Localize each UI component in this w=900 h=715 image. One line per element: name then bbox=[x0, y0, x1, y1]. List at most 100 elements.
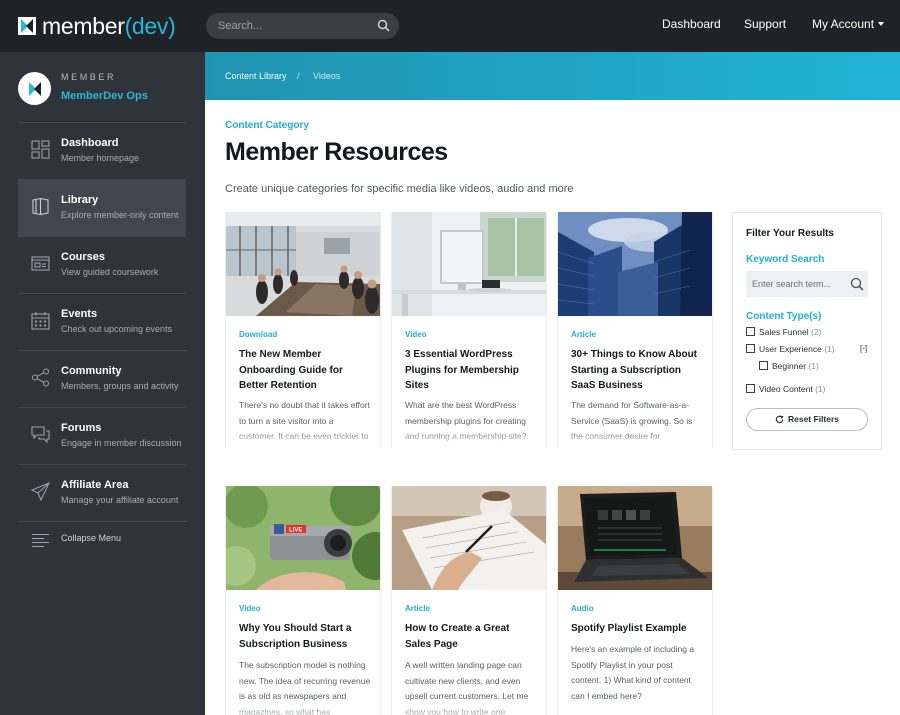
sidebar-item-library[interactable]: Library Explore member-only content bbox=[18, 180, 186, 236]
breadcrumb: Content Library / Videos bbox=[205, 52, 900, 100]
search-icon[interactable] bbox=[377, 19, 390, 32]
nav-support-link[interactable]: Support bbox=[744, 17, 786, 31]
nav-account-label: My Account bbox=[812, 17, 875, 31]
search-icon[interactable] bbox=[850, 277, 864, 291]
filter-option-label: User Experience bbox=[759, 344, 822, 354]
keyword-search-input[interactable] bbox=[752, 271, 846, 297]
nav-account-menu[interactable]: My Account bbox=[812, 17, 885, 31]
card-type-label: Video bbox=[405, 330, 427, 339]
chat-icon bbox=[31, 426, 50, 444]
keyword-search-label: Keyword Search bbox=[746, 254, 825, 265]
filter-option-label: Video Content bbox=[759, 384, 813, 394]
card-fade bbox=[392, 704, 546, 715]
page-title: Member Resources bbox=[225, 138, 448, 166]
avatar bbox=[18, 72, 51, 105]
filter-option-user-experience[interactable]: User Experience (1) bbox=[746, 344, 835, 356]
sidebar-item-subtitle: View guided coursework bbox=[61, 267, 159, 277]
search-bar[interactable] bbox=[206, 13, 399, 39]
card-title[interactable]: Spotify Playlist Example bbox=[571, 621, 703, 637]
paper-plane-icon bbox=[31, 482, 50, 501]
card-title[interactable]: 3 Essential WordPress Plugins for Member… bbox=[405, 347, 537, 394]
logo-mark-icon bbox=[18, 17, 36, 35]
top-bar: member(dev) Dashboard Support My Account bbox=[0, 0, 900, 52]
collapse-toggle[interactable]: [-] bbox=[860, 344, 867, 353]
profile[interactable]: MEMBER MemberDev Ops bbox=[18, 70, 188, 120]
breadcrumb-parent-link[interactable]: Content Library bbox=[225, 71, 287, 81]
sidebar-item-title: Courses bbox=[61, 251, 106, 263]
sidebar-item-title: Affiliate Area bbox=[61, 479, 129, 491]
logo-text: member(dev) bbox=[42, 12, 176, 39]
sidebar-item-forums[interactable]: Forums Engage in member discussion bbox=[18, 408, 186, 464]
filter-option-count: (1) bbox=[815, 384, 826, 394]
filter-option-beginner[interactable]: Beginner (1) bbox=[759, 361, 819, 373]
checkbox[interactable] bbox=[746, 327, 755, 336]
content-category-label: Content Category bbox=[225, 120, 309, 131]
card-title[interactable]: 30+ Things to Know About Starting a Subs… bbox=[571, 347, 703, 394]
card-fade bbox=[226, 430, 380, 448]
sidebar-item-subtitle: Members, groups and activity bbox=[61, 381, 179, 391]
card-type-label: Audio bbox=[571, 604, 594, 613]
card-title[interactable]: How to Create a Great Sales Page bbox=[405, 621, 537, 652]
profile-tag: MEMBER bbox=[61, 72, 117, 82]
card-image-live-camera[interactable]: LIVE bbox=[226, 486, 380, 590]
sidebar-item-title: Library bbox=[61, 194, 99, 206]
sidebar-item-subtitle: Manage your affiliate account bbox=[61, 495, 179, 505]
collapse-menu-button[interactable]: Collapse Menu bbox=[18, 528, 186, 550]
sidebar-item-title: Forums bbox=[61, 422, 102, 434]
card-type-label: Article bbox=[405, 604, 430, 613]
collapse-menu-label: Collapse Menu bbox=[61, 533, 122, 543]
card-title[interactable]: Why You Should Start a Subscription Busi… bbox=[239, 621, 371, 652]
checkbox[interactable] bbox=[759, 361, 768, 370]
card-type-label: Video bbox=[239, 604, 261, 613]
checkbox[interactable] bbox=[746, 344, 755, 353]
sidebar-item-subtitle: Check out upcoming events bbox=[61, 324, 173, 334]
breadcrumb-separator: / bbox=[297, 71, 300, 81]
logo[interactable]: member(dev) bbox=[18, 12, 176, 40]
content-card[interactable]: Article 30+ Things to Know About Startin… bbox=[557, 212, 713, 448]
sidebar-item-subtitle: Explore member-only content bbox=[61, 210, 179, 220]
content-card[interactable]: Download The New Member Onboarding Guide… bbox=[225, 212, 381, 448]
filter-option-label: Sales Funnel bbox=[759, 327, 809, 337]
card-image-skyscrapers[interactable] bbox=[558, 212, 712, 316]
sidebar-item-subtitle: Engage in member discussion bbox=[61, 438, 182, 448]
chevron-down-icon bbox=[878, 22, 885, 26]
content-card[interactable]: Article How to Create a Great Sales Page… bbox=[391, 486, 547, 715]
filter-option-count: (1) bbox=[808, 361, 819, 371]
refresh-icon bbox=[775, 415, 784, 424]
reset-filters-button[interactable]: Reset Filters bbox=[746, 408, 868, 431]
filter-option-count: (2) bbox=[811, 327, 822, 337]
search-input[interactable] bbox=[218, 13, 368, 39]
sidebar-item-community[interactable]: Community Members, groups and activity bbox=[18, 351, 186, 407]
sidebar-item-courses[interactable]: Courses View guided coursework bbox=[18, 237, 186, 293]
sidebar-item-title: Events bbox=[61, 308, 98, 320]
sidebar-item-subtitle: Member homepage bbox=[61, 153, 140, 163]
content-card[interactable]: LIVE Video Why You Should Start a Subscr… bbox=[225, 486, 381, 715]
keyword-search-box[interactable] bbox=[746, 271, 868, 297]
calendar-icon bbox=[31, 312, 50, 330]
card-image-desk-imac[interactable] bbox=[392, 212, 546, 316]
card-image-laptop-spotify[interactable] bbox=[558, 486, 712, 590]
sidebar-item-dashboard[interactable]: Dashboard Member homepage bbox=[18, 123, 186, 179]
nav-dashboard-link[interactable]: Dashboard bbox=[662, 17, 721, 31]
content-card[interactable]: Audio Spotify Playlist Example Here's an… bbox=[557, 486, 713, 715]
profile-name[interactable]: MemberDev Ops bbox=[61, 90, 148, 102]
reset-filters-label: Reset Filters bbox=[787, 414, 840, 424]
sidebar-divider bbox=[18, 521, 186, 522]
content-card[interactable]: Video 3 Essential WordPress Plugins for … bbox=[391, 212, 547, 448]
filter-option-video-content[interactable]: Video Content (1) bbox=[746, 384, 825, 396]
card-fade bbox=[558, 430, 712, 448]
card-image-writing-notes[interactable] bbox=[392, 486, 546, 590]
content-type-label: Content Type(s) bbox=[746, 311, 822, 322]
card-image-meeting-room[interactable] bbox=[226, 212, 380, 316]
dashboard-icon bbox=[31, 140, 50, 159]
sidebar-item-affiliate[interactable]: Affiliate Area Manage your affiliate acc… bbox=[18, 465, 186, 521]
checkbox[interactable] bbox=[746, 384, 755, 393]
filter-option-sales-funnel[interactable]: Sales Funnel (2) bbox=[746, 327, 821, 339]
card-title[interactable]: The New Member Onboarding Guide for Bett… bbox=[239, 347, 371, 394]
sidebar-item-events[interactable]: Events Check out upcoming events bbox=[18, 294, 186, 350]
sidebar: MEMBER MemberDev Ops Dashboard Member ho… bbox=[0, 52, 205, 715]
svg-text:LIVE: LIVE bbox=[289, 528, 302, 534]
card-fade bbox=[392, 430, 546, 448]
brand-avatar-icon bbox=[28, 81, 41, 96]
book-icon bbox=[32, 197, 49, 216]
